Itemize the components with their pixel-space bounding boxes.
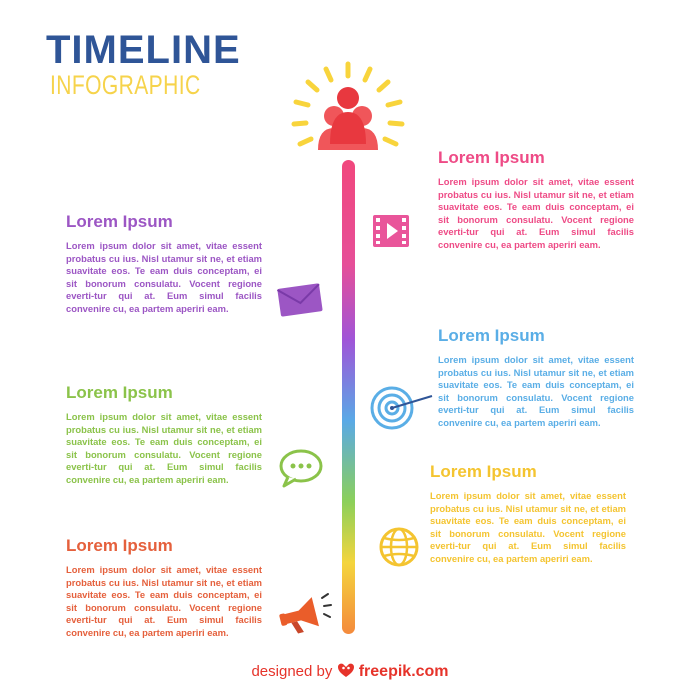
timeline-entry: Lorem Ipsum Lorem ipsum dolor sit amet, … [430,462,626,566]
target-icon [370,386,433,430]
timeline-entry: Lorem Ipsum Lorem ipsum dolor sit amet, … [438,326,634,430]
page-title: TIMELINE [46,28,241,72]
film-play-icon [373,215,409,247]
entry-heading: Lorem Ipsum [66,212,173,231]
chat-bubble-icon [279,449,323,488]
timeline-entry: Lorem Ipsum Lorem ipsum dolor sit amet, … [438,148,634,252]
footer-brand: freepik.com [358,663,449,680]
freepik-logo-icon [337,663,354,677]
timeline-spine [342,160,355,634]
timeline-entry: Lorem Ipsum Lorem ipsum dolor sit amet, … [66,383,262,487]
entry-body: Lorem ipsum dolor sit amet, vitae essent… [438,176,634,250]
entry-body: Lorem ipsum dolor sit amet, vitae essent… [430,490,626,564]
footer-prefix: designed by [251,663,333,680]
footer-credit: designed by freepik.com [0,662,700,681]
people-group-icon [291,61,405,150]
globe-icon [379,527,419,567]
entry-heading: Lorem Ipsum [66,383,173,402]
entry-body: Lorem ipsum dolor sit amet, vitae essent… [66,411,262,485]
entry-heading: Lorem Ipsum [438,326,545,345]
page-subtitle: INFOGRAPHIC [50,70,201,100]
entry-body: Lorem ipsum dolor sit amet, vitae essent… [438,354,634,428]
entry-heading: Lorem Ipsum [438,148,545,167]
entry-heading: Lorem Ipsum [66,536,173,555]
megaphone-icon [279,593,332,634]
entry-body: Lorem ipsum dolor sit amet, vitae essent… [66,564,262,638]
entry-heading: Lorem Ipsum [430,462,537,481]
entry-body: Lorem ipsum dolor sit amet, vitae essent… [66,240,262,314]
timeline-entry: Lorem Ipsum Lorem ipsum dolor sit amet, … [66,536,262,640]
timeline-entry: Lorem Ipsum Lorem ipsum dolor sit amet, … [66,212,262,316]
envelope-icon [276,283,323,317]
